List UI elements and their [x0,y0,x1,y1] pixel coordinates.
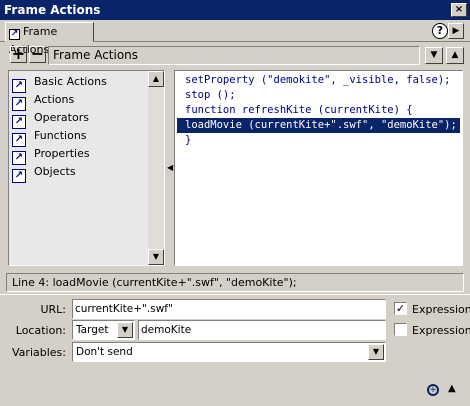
script-editor[interactable]: setProperty ("demokite", _visible, false… [174,70,463,266]
action-path-field: Frame Actions [48,46,420,65]
status-line: Line 4: loadMovie (currentKite+".swf", "… [6,273,464,292]
toolbox-item-label: Operators [34,111,89,124]
toolbox-item-label: Actions [34,93,75,106]
move-up-button[interactable]: ▲ [446,47,464,64]
tab-frame-actions[interactable]: ↗ Frame Actions [5,22,94,56]
code-line[interactable]: } [185,133,191,148]
code-line[interactable]: stop (); [185,88,236,103]
url-label: URL: [40,303,66,316]
actions-toolbox: ↗ Basic Actions ↗ Actions ↗ Operators ↗ Func… [8,70,165,266]
toolbox-item-objects[interactable]: ↗ Objects [12,163,76,183]
move-down-button[interactable]: ▼ [425,47,443,64]
chevron-down-icon[interactable]: ▼ [117,322,133,338]
help-button[interactable]: ? [432,23,448,39]
pane-splitter[interactable]: ◀ [165,70,174,266]
scroll-up-button[interactable]: ▲ [148,71,164,87]
toolbox-item-label: Properties [34,147,90,160]
collapse-panel-icon[interactable]: ▲ [448,383,456,394]
location-type-select[interactable]: Target ▼ [72,320,135,340]
url-expression-checkbox[interactable]: ✓ [394,302,407,315]
tab-strip: ↗ Frame Actions [0,20,470,56]
location-expression-label: Expression [412,324,470,337]
toolbox-item-basic-actions[interactable]: ↗ Basic Actions [12,73,107,93]
location-field[interactable]: demoKite [138,320,386,340]
panel-menu-button[interactable]: ▶ [448,23,464,39]
location-label: Location: [15,324,66,337]
variables-value: Don't send [76,346,133,358]
location-type-value: Target [76,324,109,336]
toolbox-scrollbar[interactable]: ▲ ▼ [148,71,164,265]
toolbox-item-operators[interactable]: ↗ Operators [12,109,89,129]
target-icon[interactable]: + [427,384,439,396]
scroll-down-button[interactable]: ▼ [148,249,164,265]
code-line[interactable]: setProperty ("demokite", _visible, false… [185,73,451,88]
location-expression-checkbox[interactable] [394,323,407,336]
toolbox-item-actions[interactable]: ↗ Actions [12,91,75,111]
toolbox-item-label: Functions [34,129,87,142]
toolbox-item-properties[interactable]: ↗ Properties [12,145,90,165]
add-action-button[interactable]: + [10,46,27,63]
collapse-left-icon[interactable]: ◀ [167,162,173,174]
toolbar: + − Frame Actions ▼ ▲ [0,43,470,69]
chevron-down-icon[interactable]: ▼ [368,344,384,360]
url-field[interactable]: currentKite+".swf" [72,299,386,319]
window-title: Frame Actions [4,3,101,17]
url-expression-label: Expression [412,303,470,316]
variables-label: Variables: [12,346,66,359]
toolbox-item-label: Basic Actions [34,75,107,88]
arrow-icon: ↗ [9,29,20,40]
code-line-selected[interactable]: loadMovie (currentKite+".swf", "demoKite… [177,118,460,133]
close-button[interactable]: × [451,3,467,17]
title-bar: Frame Actions × [0,0,470,20]
parameters-panel: URL: currentKite+".swf" ✓ Expression Loc… [0,294,470,374]
book-icon: ↗ [12,169,26,183]
toolbox-item-label: Objects [34,165,76,178]
code-line[interactable]: function refreshKite (currentKite) { [185,103,413,118]
footer: + ▲ [0,378,470,406]
remove-action-button[interactable]: − [29,46,46,63]
toolbox-item-functions[interactable]: ↗ Functions [12,127,87,147]
variables-select[interactable]: Don't send ▼ [72,342,386,362]
